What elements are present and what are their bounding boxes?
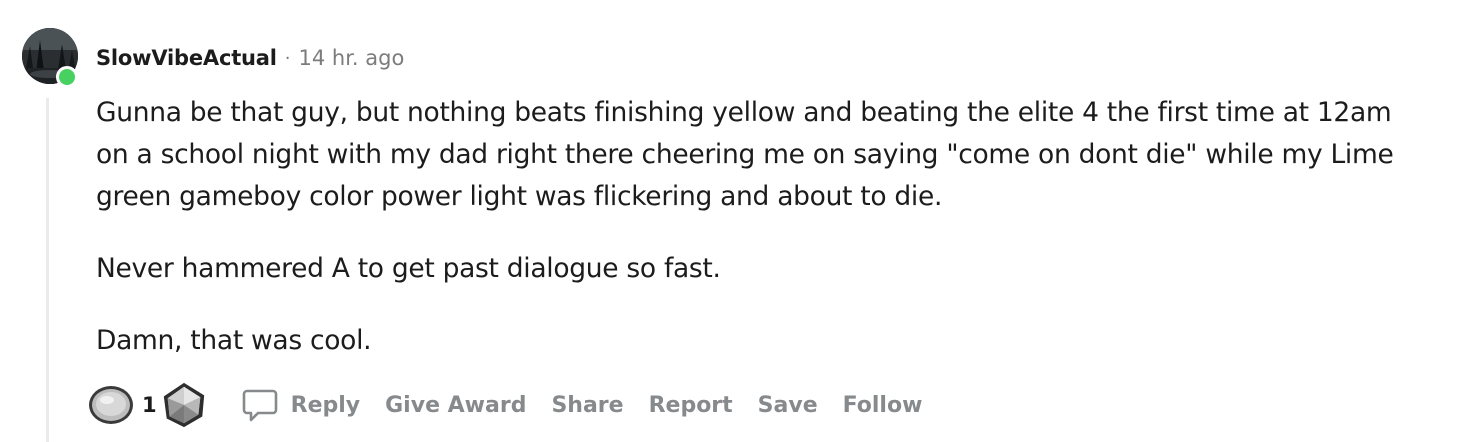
comment-bubble-icon: [242, 389, 277, 422]
share-button[interactable]: Share: [551, 393, 623, 418]
reply-button[interactable]: Reply: [241, 386, 361, 424]
username-link[interactable]: SlowVibeActual: [96, 46, 277, 70]
silver-award-icon: [89, 386, 133, 424]
report-button[interactable]: Report: [649, 393, 733, 418]
comment-body: Gunna be that guy, but nothing beats fin…: [96, 92, 1426, 362]
comment: SlowVibeActual · 14 hr. ago Gunna be tha…: [0, 0, 1466, 442]
save-button[interactable]: Save: [758, 393, 818, 418]
vote-score: 1: [142, 393, 157, 417]
platinum-award-icon: [163, 382, 204, 428]
thread-line[interactable]: [46, 98, 49, 442]
comment-paragraph: Damn, that was cool.: [96, 325, 372, 356]
comment-paragraph: Gunna be that guy, but nothing beats fin…: [96, 97, 1394, 212]
online-status-dot: [56, 66, 78, 88]
comment-meta: SlowVibeActual · 14 hr. ago: [96, 42, 404, 74]
timestamp[interactable]: 14 hr. ago: [299, 46, 405, 70]
give-award-button[interactable]: Give Award: [385, 393, 526, 418]
upvote-button[interactable]: [86, 380, 136, 430]
reply-label: Reply: [290, 392, 361, 418]
downvote-button[interactable]: [159, 380, 209, 430]
meta-separator: ·: [284, 47, 291, 69]
comment-paragraph: Never hammered A to get past dialogue so…: [96, 253, 721, 284]
comment-actions: 1 Reply Give Award Share Report Save Fol…: [86, 380, 947, 430]
follow-button[interactable]: Follow: [843, 393, 923, 418]
